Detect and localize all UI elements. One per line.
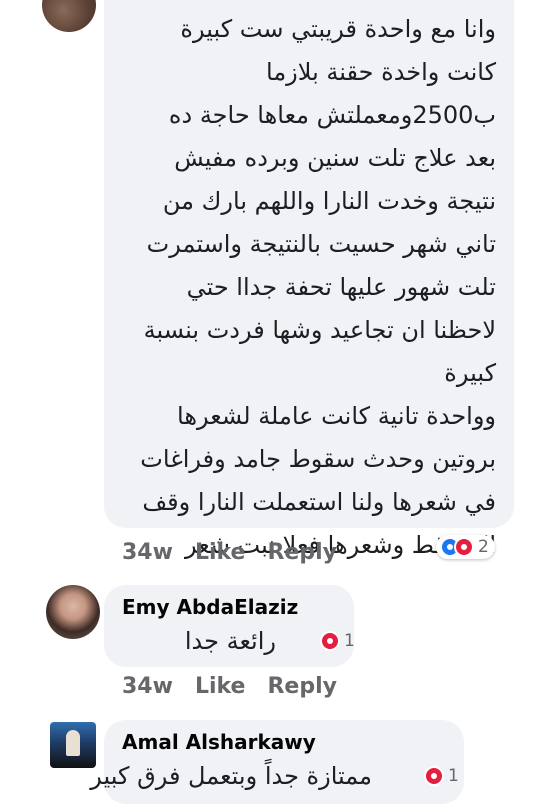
love-reaction-icon <box>320 631 340 651</box>
reaction-count: 1 <box>448 766 459 786</box>
comment-text: وانا مع واحدة قريبتي ست كبيرة كانت واخدة… <box>116 8 496 567</box>
reply-button[interactable]: Reply <box>267 540 337 565</box>
reply-author[interactable]: Amal Alsharkawy <box>122 730 316 754</box>
reply-text: ممتازة جداً وبتعمل فرق كبير <box>90 762 372 790</box>
reaction-count: 1 <box>344 631 355 651</box>
comment-line: في شعرها ولنا استعملت النارا وقف <box>142 488 496 516</box>
comment-line: بروتين وحدث سقوط جامد وفراغات <box>140 445 496 473</box>
love-reaction-icon <box>424 766 444 786</box>
reaction-summary[interactable]: 2 <box>436 535 495 559</box>
comment-line: ب2500ومعملتش معاها حاجة ده <box>168 101 496 129</box>
reply-actions: 34w Like Reply <box>122 674 337 699</box>
reply-reaction[interactable]: 1 <box>316 629 361 653</box>
reaction-count: 2 <box>478 537 489 557</box>
reply-button[interactable]: Reply <box>267 674 337 699</box>
reply-author[interactable]: Emy AbdaElaziz <box>122 595 298 619</box>
like-button[interactable]: Like <box>195 540 246 565</box>
comment-line: بعد علاج تلت سنين وبرده مفيش <box>174 144 496 172</box>
comment-actions: 34w Like Reply <box>122 540 337 565</box>
comment-line: لاحظنا ان تجاعيد وشها فردت بنسبة <box>143 316 496 344</box>
comment-line: وواحدة تانية كانت عاملة لشعرها <box>177 402 496 430</box>
like-button[interactable]: Like <box>195 674 246 699</box>
reply-reaction[interactable]: 1 <box>420 764 465 788</box>
comment-line: تلت شهور عليها تحفة جداا حتي <box>186 273 496 301</box>
comment-line: وانا مع واحدة قريبتي ست كبيرة <box>180 15 496 43</box>
love-reaction-icon <box>454 537 474 557</box>
comment-bubble: وانا مع واحدة قريبتي ست كبيرة كانت واخدة… <box>104 0 514 559</box>
comment-line: كانت واخدة حقنة بلازما <box>266 58 496 86</box>
reply-bubble: Emy AbdaElaziz رائعة جدا <box>104 585 354 667</box>
reply-avatar[interactable] <box>46 585 100 639</box>
commenter-avatar[interactable] <box>42 0 96 32</box>
reply-bubble: Amal Alsharkawy ممتازة جداً وبتعمل فرق ك… <box>90 720 464 804</box>
reply-text: رائعة جدا <box>184 627 276 655</box>
comment-line: تاني شهر حسيت بالنتيجة واستمرت <box>146 230 496 258</box>
comment-line: نتيجة وخدت النارا واللهم بارك من <box>162 187 496 215</box>
reply-timestamp: 34w <box>122 674 173 699</box>
comment-timestamp: 34w <box>122 540 173 565</box>
comment-line: كبيرة <box>444 359 496 387</box>
